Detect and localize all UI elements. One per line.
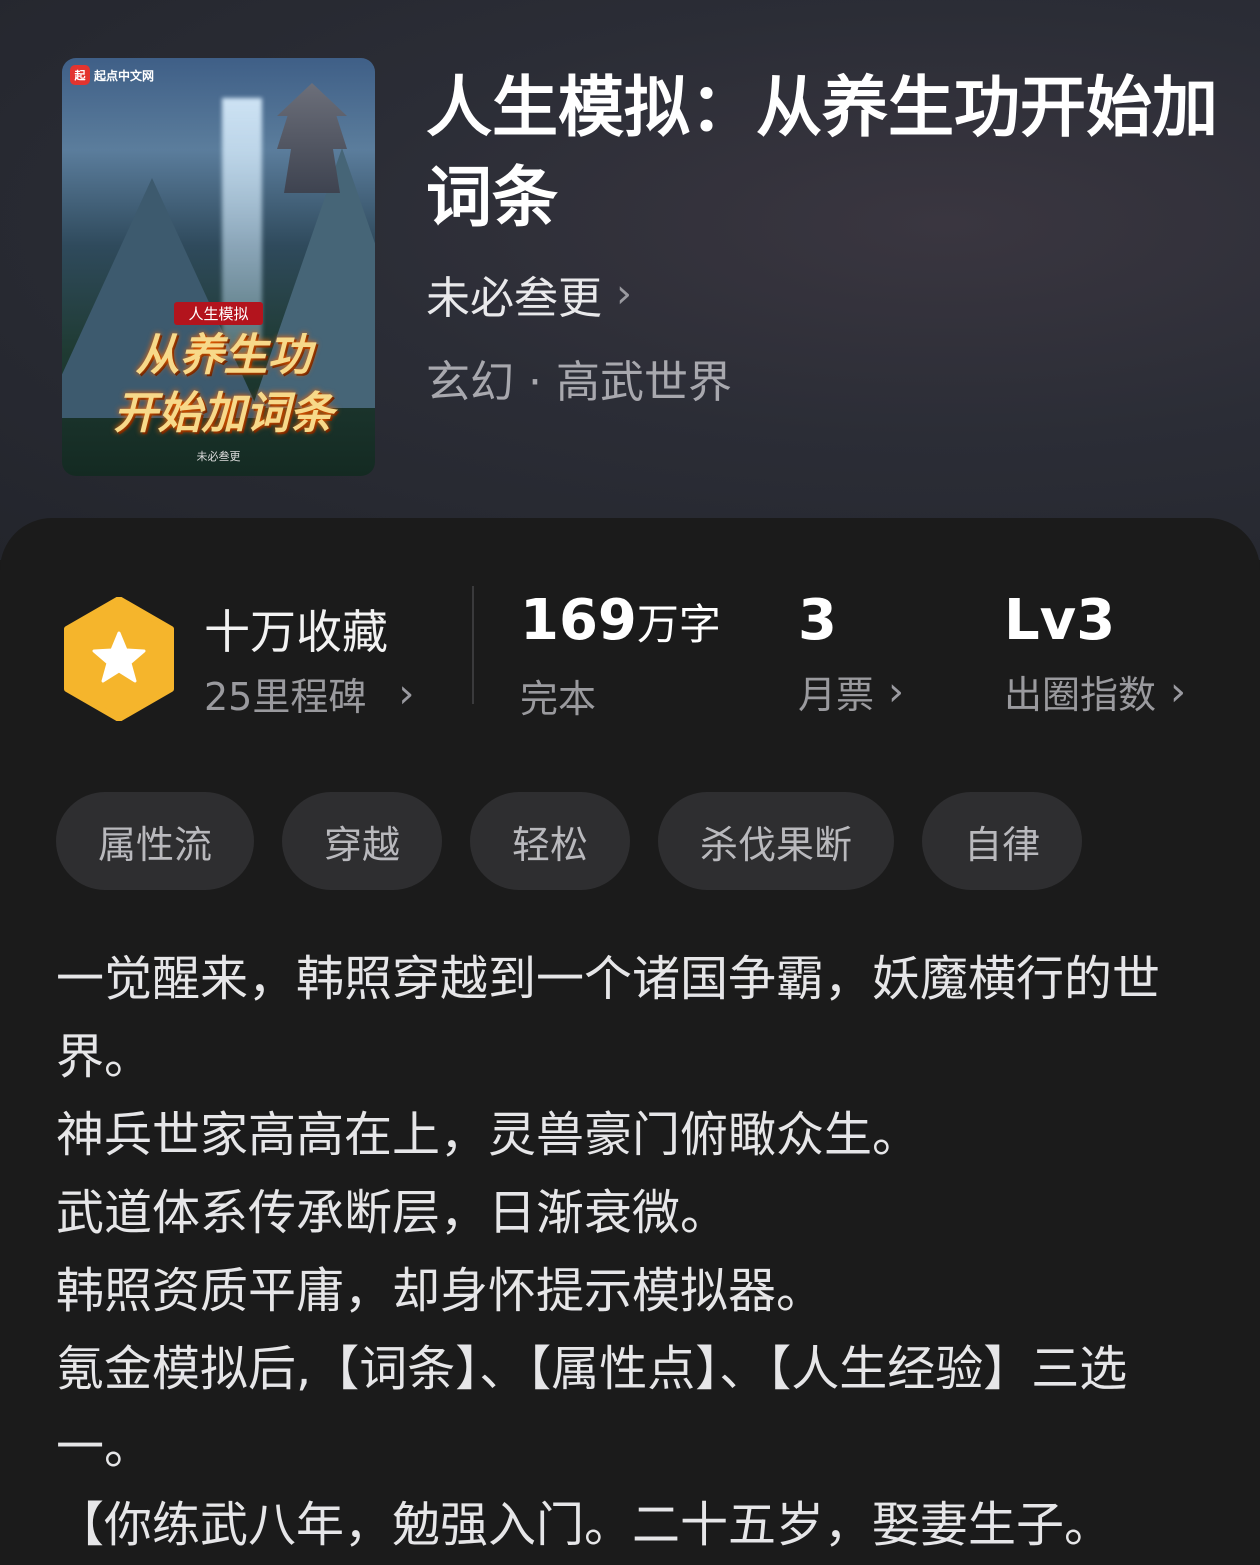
tag-chip[interactable]: 属性流 (56, 792, 255, 890)
monthly-ticket-value: 3 (798, 588, 837, 653)
tag-chip[interactable]: 杀伐果断 (658, 792, 895, 890)
popularity-level: Lv3 (1004, 588, 1116, 653)
stats-divider (472, 586, 474, 704)
tag-chip[interactable]: 自律 (922, 792, 1083, 890)
cover-author: 未必叁更 (196, 450, 241, 463)
author-name: 未必叁更 (426, 273, 602, 324)
intro-paragraph: 氪金模拟后,【词条】、【属性点】、【人生经验】三选一。 (56, 1341, 1128, 1475)
cover-subtitle: 人生模拟 (62, 302, 375, 325)
book-introduction[interactable]: 一觉醒来，韩照穿越到一个诸国争霸，妖魔横行的世界。 神兵世家高高在上，灵兽豪门俯… (56, 940, 1206, 1564)
book-genre: 玄幻 · 高武世界 (426, 357, 732, 408)
cover-title-line2: 开始加词条 (113, 388, 334, 439)
cover-logo-text: 起点中文网 (94, 68, 155, 83)
word-count-value: 169 (520, 588, 637, 653)
intro-paragraph: 武道体系传承断层，日渐衰微。 (56, 1185, 729, 1241)
popularity-label: 出圈指数 (1004, 673, 1157, 717)
intro-paragraph: 一觉醒来，韩照穿越到一个诸国争霸，妖魔横行的世界。 (56, 951, 1161, 1085)
popularity-index-stat[interactable]: Lv3 出圈指数 › (1004, 586, 1186, 719)
intro-paragraph: 【你练武八年，勉强入门。二十五岁，娶妻生子。 (56, 1497, 1113, 1553)
cover-title-line1: 从养生功 (135, 330, 312, 381)
cover-pagoda (277, 83, 347, 193)
cover-logo: 起 起点中文网 (70, 64, 154, 86)
star-badge-icon (64, 597, 174, 721)
chevron-right-icon: › (398, 670, 415, 717)
word-count-stat: 169万字 完本 (520, 586, 721, 723)
milestone-label: 25里程碑 (204, 675, 367, 719)
favorites-milestone-link[interactable]: 25里程碑 › (204, 666, 414, 721)
tag-chip[interactable]: 穿越 (282, 792, 443, 890)
chevron-right-icon: › (888, 668, 905, 715)
intro-paragraph: 神兵世家高高在上，灵兽豪门俯瞰众生。 (56, 1107, 921, 1163)
word-count-unit: 万字 (636, 600, 721, 649)
tag-chip[interactable]: 轻松 (470, 792, 631, 890)
chevron-right-icon: › (1170, 668, 1187, 715)
monthly-ticket-label: 月票 (798, 673, 875, 717)
intro-paragraph: 韩照资质平庸，却身怀提示模拟器。 (56, 1263, 825, 1319)
book-cover[interactable]: 起 起点中文网 人生模拟 从养生功 开始加词条 未必叁更 (62, 58, 375, 476)
cover-logo-mark: 起 (70, 65, 90, 85)
author-link[interactable]: 未必叁更 › (426, 262, 632, 326)
completion-status: 完本 (520, 677, 597, 721)
favorites-count: 十万收藏 (204, 605, 388, 659)
book-title: 人生模拟：从养生功开始加词条 (426, 68, 1218, 236)
monthly-ticket-stat[interactable]: 3 月票 › (798, 586, 904, 719)
chevron-right-icon: › (616, 271, 632, 317)
tag-list: 属性流 穿越 轻松 杀伐果断 自律 (56, 792, 1083, 890)
